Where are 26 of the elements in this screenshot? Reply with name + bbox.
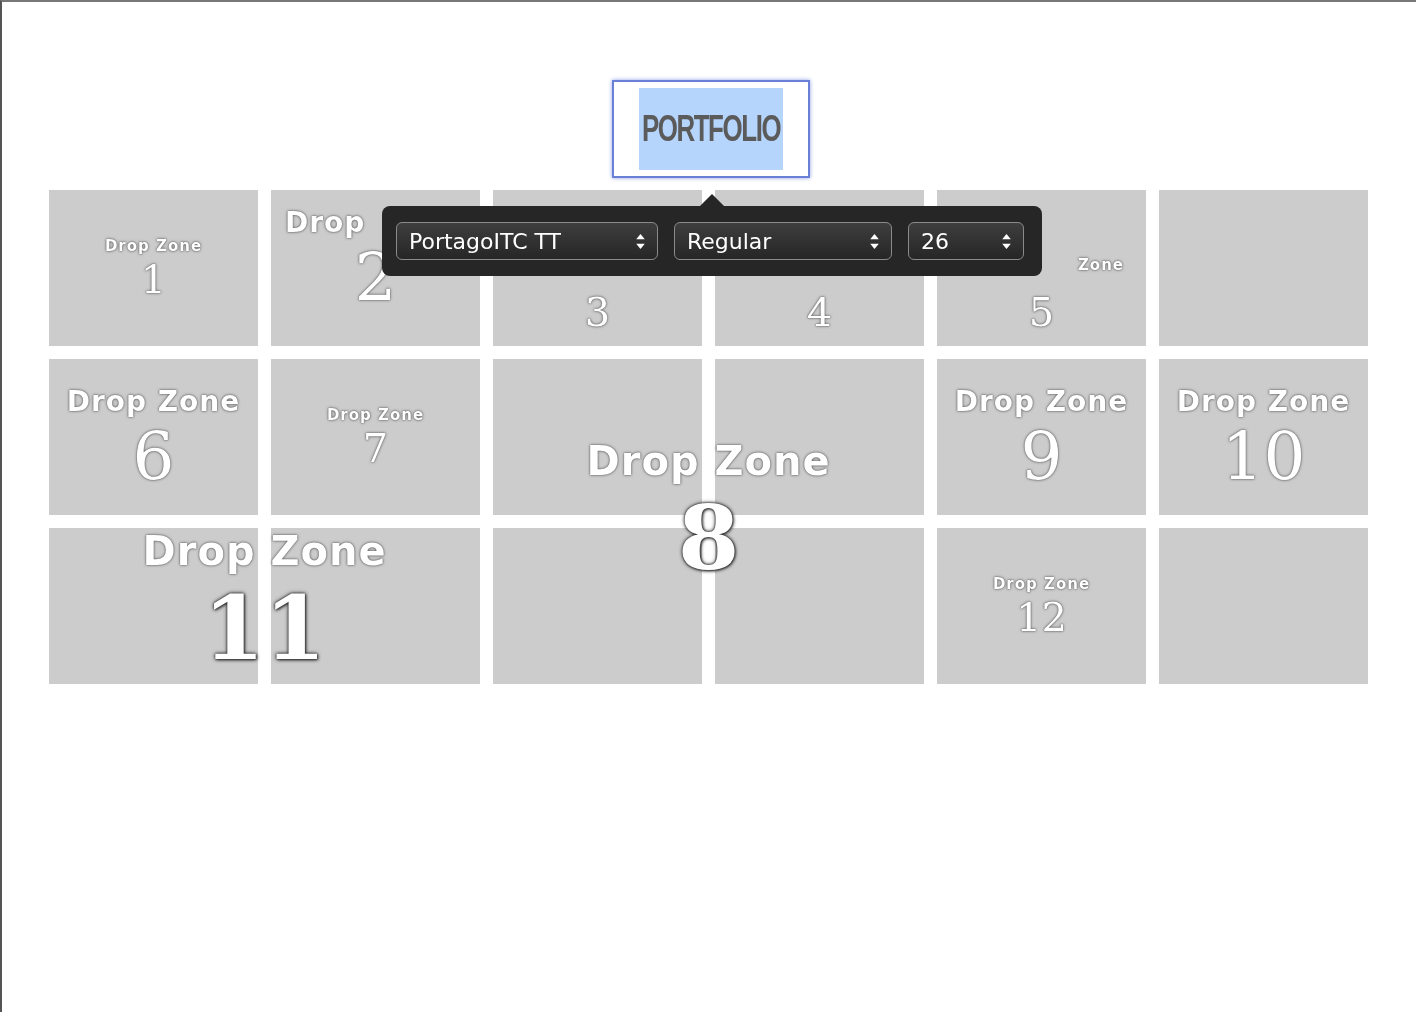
drop-zone-title: Drop Zone: [142, 528, 387, 574]
drop-zone-number: 3: [584, 292, 611, 332]
title-text-box[interactable]: PORTFOLIO: [612, 80, 810, 178]
drop-zone-number: 10: [1221, 423, 1306, 490]
drop-zone-title: Drop: [285, 206, 366, 239]
drop-zone-title: Drop Zone: [326, 406, 425, 424]
drop-zone-number: 6: [132, 423, 175, 490]
popup-button[interactable]: Regular: [674, 222, 892, 260]
drop-zone-number: 12: [1016, 597, 1067, 637]
drop-zone-title: Drop Zone: [104, 237, 203, 255]
drop-zone-title: Zone: [1077, 256, 1124, 274]
drop-zone-title: Drop Zone: [992, 575, 1091, 593]
up-down-arrows-icon: [636, 233, 645, 249]
drop-zone-title: Drop Zone: [586, 437, 831, 484]
drop-zone-number: 7: [362, 428, 389, 468]
popup-button[interactable]: 26: [908, 222, 1024, 260]
drop-zone-number: 1: [140, 259, 167, 299]
title-text: PORTFOLIO: [639, 88, 783, 170]
drop-zone-number: 5: [1028, 292, 1055, 332]
up-down-arrows-icon: [1002, 233, 1011, 249]
up-down-arrows-icon: [870, 233, 879, 249]
popup-button[interactable]: PortagoITC TT: [396, 222, 658, 260]
drop-zone-number: 9: [1020, 423, 1063, 490]
drop-zone-number: 4: [806, 292, 833, 332]
drop-zone-number: 11: [203, 584, 326, 672]
drop-zone-number: 8: [677, 493, 740, 582]
